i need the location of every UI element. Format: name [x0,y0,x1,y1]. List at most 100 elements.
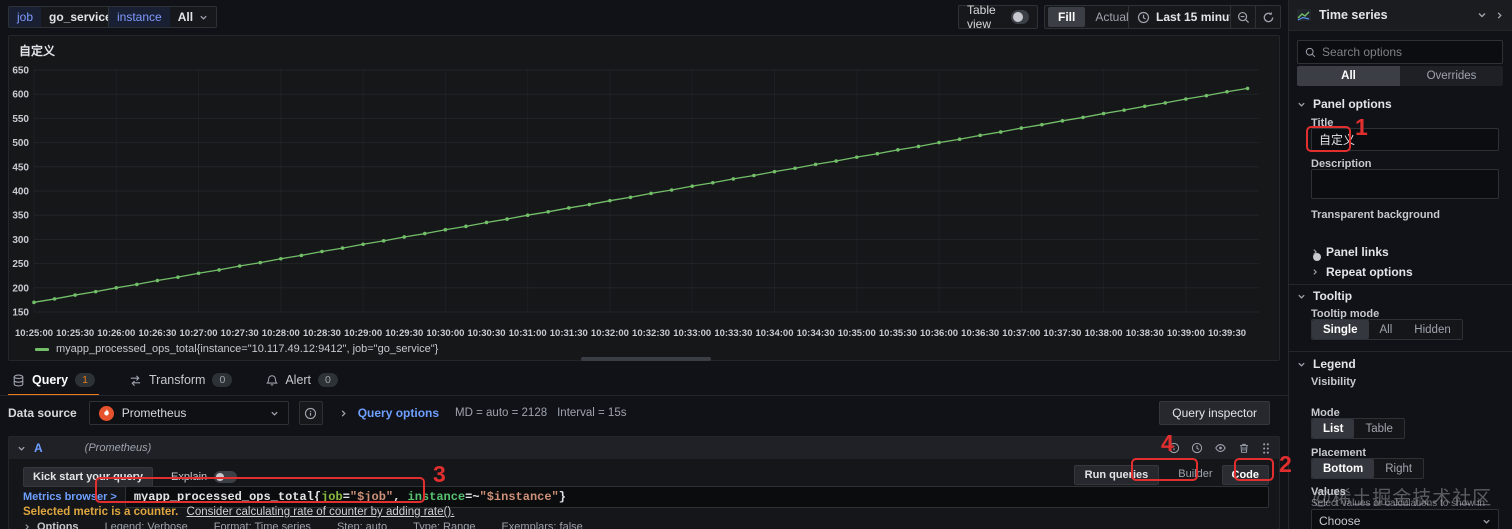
chevron-down-icon [1297,292,1306,301]
tab-alert-count: 0 [318,373,338,387]
query-token: "$instance" [479,490,559,504]
drag-handle-icon[interactable] [1261,442,1271,455]
section-panel-options[interactable]: Panel options [1297,97,1392,111]
editor-resize-handle[interactable] [581,357,711,361]
chart-legend[interactable]: myapp_processed_ops_total{instance="10.1… [35,343,438,355]
svg-text:10:33:00: 10:33:00 [673,328,711,339]
clock-icon [1137,11,1150,24]
legend-list-button[interactable]: List [1312,419,1355,438]
svg-text:500: 500 [12,138,29,149]
tab-alert[interactable]: Alert 0 [262,370,342,396]
svg-text:10:31:00: 10:31:00 [509,328,547,339]
svg-text:150: 150 [12,308,29,319]
annotation-box-title [1306,126,1351,152]
chevron-down-icon [1477,10,1487,20]
description-field-input[interactable] [1311,169,1499,199]
trash-icon[interactable] [1238,442,1250,454]
section-panel-links[interactable]: Panel links [1311,245,1389,259]
panel-type-picker[interactable]: Time series [1289,0,1512,31]
annotation-number-4: 4 [1161,430,1174,456]
svg-text:350: 350 [12,211,29,222]
chevron-down-icon [1297,360,1306,369]
datasource-row: Data source Prometheus Query options MD … [8,401,1280,425]
svg-text:300: 300 [12,235,29,246]
chevron-down-icon[interactable] [17,444,26,453]
svg-text:10:35:30: 10:35:30 [879,328,917,339]
svg-text:10:35:00: 10:35:00 [838,328,876,339]
fill-button[interactable]: Fill [1048,7,1086,27]
query-row-header[interactable]: A (Prometheus) [9,437,1279,459]
series-label[interactable]: myapp_processed_ops_total{instance="10.1… [56,343,438,355]
transform-icon [129,374,142,387]
chevron-right-icon [1311,268,1319,276]
search-options-input[interactable]: Search options [1297,40,1503,64]
options-type: Type: Range [413,521,476,529]
transparent-bg-label: Transparent background [1311,209,1440,221]
annotation-number-1: 1 [1355,114,1368,140]
top-toolbar: job go_service instance All Table view F… [0,0,1288,33]
query-options-link[interactable]: Query options [358,406,439,420]
legend-visibility-label: Visibility [1311,376,1357,388]
refresh-icon [1262,11,1275,24]
interval-text: Interval = 15s [557,407,627,419]
annotation-box-run [1131,458,1198,481]
bell-icon [266,374,279,387]
placement-right-button[interactable]: Right [1374,459,1423,478]
tab-overrides[interactable]: Overrides [1400,66,1503,86]
zoom-out-button[interactable] [1230,5,1256,29]
search-placeholder: Search options [1322,45,1403,59]
collapse-pane-icon[interactable] [1495,11,1504,20]
section-tooltip[interactable]: Tooltip [1297,289,1352,303]
svg-text:10:26:00: 10:26:00 [97,328,135,339]
svg-text:10:33:30: 10:33:30 [714,328,752,339]
tab-transform[interactable]: Transform 0 [125,370,236,396]
warning-rate-link[interactable]: Consider calculating rate of counter by … [187,506,455,518]
query-options-summary[interactable]: Options Legend: Verbose Format: Time ser… [23,521,583,529]
annotation-number-3: 3 [433,461,446,487]
chevron-down-icon [270,409,279,418]
table-view-switch[interactable] [1011,10,1029,24]
svg-text:10:37:00: 10:37:00 [1002,328,1040,339]
query-ref-id: A [34,441,43,455]
query-inspector-button[interactable]: Query inspector [1159,401,1270,425]
section-repeat-options[interactable]: Repeat options [1311,265,1413,279]
svg-text:10:38:30: 10:38:30 [1126,328,1164,339]
table-view-toggle[interactable]: Table view [958,3,1038,31]
svg-text:10:28:00: 10:28:00 [262,328,300,339]
tooltip-single-button[interactable]: Single [1312,320,1369,339]
section-legend[interactable]: Legend [1297,357,1356,371]
tab-all[interactable]: All [1297,66,1400,86]
zoom-out-icon [1237,11,1250,24]
tab-transform-label: Transform [148,373,206,387]
placement-bottom-button[interactable]: Bottom [1312,459,1375,478]
tabs-divider [0,395,1288,396]
legend-table-button[interactable]: Table [1354,419,1404,438]
table-view-label: Table view [967,3,996,31]
eye-icon[interactable] [1214,442,1227,454]
svg-text:450: 450 [12,162,29,173]
query-token: } [558,490,566,504]
options-exemplars: Exemplars: false [501,521,583,529]
tooltip-hidden-button[interactable]: Hidden [1403,320,1461,339]
legend-mode-group: List Table [1311,418,1405,439]
svg-text:10:30:30: 10:30:30 [468,328,506,339]
svg-text:550: 550 [12,114,29,125]
svg-text:10:26:30: 10:26:30 [138,328,176,339]
variable-instance[interactable]: instance All [108,6,218,28]
legend-values-select[interactable]: Choose [1311,509,1499,529]
copy-icon[interactable] [1191,442,1203,454]
tab-alert-label: Alert [285,373,312,387]
series-color-swatch [35,347,49,351]
tooltip-all-button[interactable]: All [1369,320,1404,339]
variable-job-label: job [9,7,42,27]
refresh-button[interactable] [1255,5,1281,29]
svg-text:10:29:00: 10:29:00 [344,328,382,339]
svg-text:250: 250 [12,259,29,270]
variable-instance-value[interactable]: All [169,7,217,27]
datasource-picker[interactable]: Prometheus [88,401,289,425]
tab-query[interactable]: Query 1 [8,370,99,396]
warning-text: Selected metric is a counter. [23,506,179,518]
time-series-chart[interactable]: 150 200 250 300 350 400 450 500 550 600 650 10:25:0… [9,56,1279,346]
svg-text:10:36:30: 10:36:30 [961,328,999,339]
datasource-help-button[interactable] [298,401,323,425]
